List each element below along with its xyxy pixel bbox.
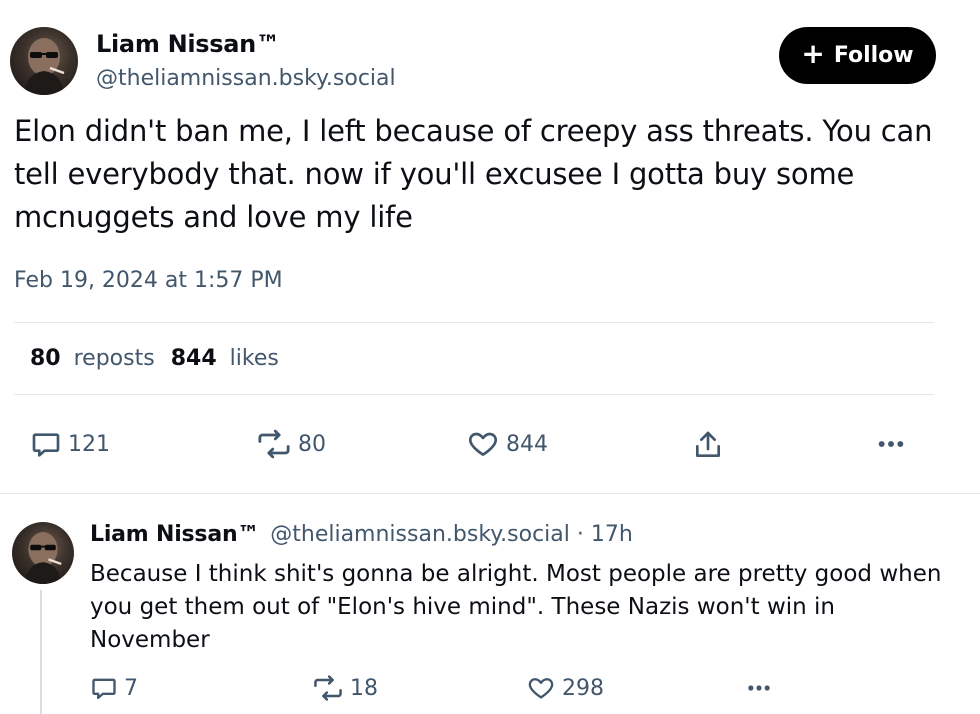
author-name[interactable]: Liam Nissan™ — [96, 30, 280, 58]
author-avatar[interactable] — [10, 27, 78, 95]
more-options-button[interactable] — [874, 428, 908, 460]
reply-like-button[interactable]: 298 — [526, 674, 604, 702]
follow-label: Follow — [833, 43, 914, 68]
plus-icon: + — [801, 37, 825, 70]
post-text: Elon didn't ban me, I left because of cr… — [14, 114, 933, 234]
repost-button[interactable]: 80 — [256, 428, 326, 460]
reply-like-count: 298 — [562, 675, 604, 701]
repost-arrows-icon — [314, 675, 342, 701]
follow-button[interactable]: + Follow — [779, 27, 936, 84]
thread-line — [40, 590, 42, 714]
reply-count: 121 — [68, 431, 110, 457]
reply-reply-button[interactable]: 7 — [90, 674, 138, 702]
reply-repost-button[interactable]: 18 — [312, 674, 378, 702]
repost-count: 80 — [298, 431, 326, 457]
more-dots-icon — [878, 441, 904, 447]
reply-author-avatar[interactable] — [12, 522, 74, 584]
reply-header: Liam Nissan™ @theliamnissan.bsky.social … — [90, 522, 633, 547]
likes-count: 844 — [170, 346, 217, 371]
share-icon — [696, 431, 720, 457]
divider — [14, 394, 934, 395]
reposts-count: 80 — [30, 346, 61, 371]
repost-arrows-icon — [258, 429, 290, 459]
reply-author-handle[interactable]: @theliamnissan.bsky.social — [270, 522, 570, 547]
heart-icon — [469, 432, 497, 456]
author-handle[interactable]: @theliamnissan.bsky.social — [96, 66, 396, 91]
reply-reply-count: 7 — [124, 675, 138, 701]
reply-button[interactable]: 121 — [30, 428, 110, 460]
likes-label: likes — [229, 346, 279, 371]
like-count: 844 — [506, 431, 548, 457]
reply-author-name[interactable]: Liam Nissan™ — [90, 522, 259, 547]
reply-text: Because I think shit's gonna be alright.… — [90, 561, 942, 653]
like-button[interactable]: 844 — [466, 428, 548, 460]
post-stats: 80 reposts 844 likes — [30, 346, 279, 371]
share-button[interactable] — [692, 428, 724, 462]
heart-icon — [528, 678, 554, 699]
likes-stat[interactable]: 844 likes — [171, 346, 279, 371]
reply-separator: · — [576, 522, 584, 547]
speech-bubble-icon — [32, 433, 60, 457]
reposts-label: reposts — [73, 346, 155, 371]
divider — [0, 493, 980, 494]
reply-more-options-button[interactable] — [744, 674, 774, 702]
speech-bubble-icon — [92, 678, 116, 700]
reply-time[interactable]: 17h — [591, 522, 633, 547]
reposts-stat[interactable]: 80 reposts — [30, 346, 155, 371]
avatar-image — [24, 532, 62, 584]
more-dots-icon — [748, 685, 770, 691]
reply-repost-count: 18 — [350, 675, 378, 701]
post-timestamp[interactable]: Feb 19, 2024 at 1:57 PM — [14, 268, 283, 293]
divider — [14, 322, 934, 323]
avatar-image — [24, 38, 65, 95]
